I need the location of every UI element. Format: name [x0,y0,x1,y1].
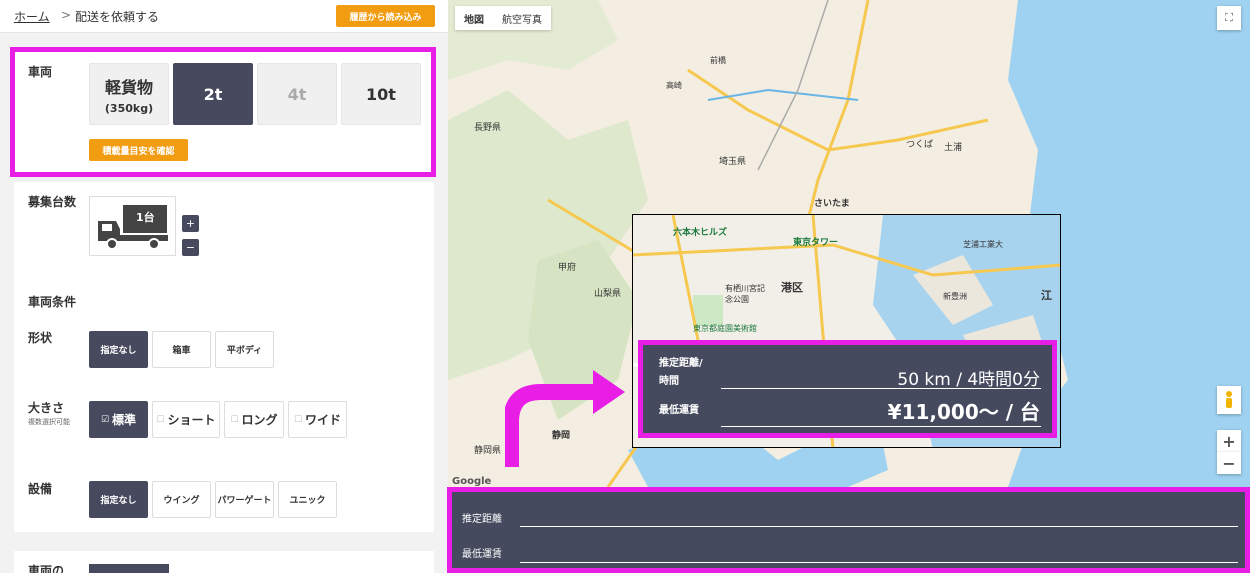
top-bar: ホーム > 配送を依頼する 履歴から読み込み [0,0,448,33]
inset-map-label: 新豊洲 [943,292,967,301]
shape-option-flatbed[interactable]: 平ボディ [215,331,274,368]
inset-map-label: 港区 [781,281,803,294]
estimate-panel: 推定距離 最低運賃 [447,487,1250,573]
google-logo: Google [452,476,492,487]
inset-estimate-panel: 推定距離/ 時間 50 km / 4時間0分 最低運賃 ¥11,000〜 / 台 [638,340,1057,438]
checkbox-icon: ☑ [100,414,110,425]
zoom-out-button[interactable]: − [1217,452,1241,474]
distance-value-line [520,526,1238,527]
increment-button[interactable]: + [182,215,199,232]
breadcrumb-home-link[interactable]: ホーム [14,8,50,25]
size-option-wide[interactable]: ☐ ワイド [288,401,347,438]
next-card [14,551,434,573]
vehicle-option-kei[interactable]: 軽貨物 (350kg) [89,63,169,125]
breadcrumb-separator: > [61,8,72,22]
truck-count: 1台 [136,211,155,224]
pegman-icon[interactable] [1217,386,1241,414]
map-label: 埼玉県 [719,157,747,167]
inset-fare-value: ¥11,000〜 / 台 [887,400,1040,424]
map-label: 前橋 [710,56,726,65]
size-sublabel: 複数選択可能 [28,418,70,426]
next-section-label: 車両の [28,564,65,573]
inset-distance-value: 50 km / 4時間0分 [897,370,1040,390]
truck-icon [98,205,168,250]
size-option-label: ショート [167,413,216,427]
equipment-option-none[interactable]: 指定なし [89,481,148,518]
vehicle-option-sub: (350kg) [104,101,154,115]
pegman-icon-graphic [1226,391,1232,408]
truck-count-display: 1台 [89,196,176,256]
zoom-in-button[interactable]: + [1217,430,1241,452]
map-label: 静岡県 [474,446,502,456]
conditions-heading: 車両条件 [28,295,77,309]
recruit-label: 募集台数 [28,195,77,209]
inset-distance-label-line1: 推定距離/ [659,358,703,369]
vehicle-option-label: 軽貨物 [104,77,153,97]
size-option-label: 標準 [112,413,137,427]
map-label: 土浦 [944,143,963,153]
shape-label: 形状 [28,331,53,345]
map-label: さいたま [814,199,850,209]
decrement-button[interactable]: − [182,239,199,256]
inset-divider [721,426,1041,427]
left-panel: ホーム > 配送を依頼する 履歴から読み込み 車両 軽貨物 (350kg) 2t… [0,0,448,573]
fare-label: 最低運賃 [462,549,502,560]
size-label: 大きさ [28,401,65,415]
shape-option-box[interactable]: 箱車 [152,331,211,368]
vehicle-option-10t[interactable]: 10t [341,63,421,125]
vehicle-option-4t[interactable]: 4t [257,63,337,125]
size-option-standard[interactable]: ☑ 標準 [89,401,148,438]
size-option-short[interactable]: ☐ ショート [152,401,220,438]
breadcrumb-current: 配送を依頼する [75,10,160,24]
vehicle-option-label: 4t [287,84,307,104]
inset-map-label: 有栖川宮記念公園 [725,284,765,304]
inset-map-label: 芝浦工業大 [963,240,1003,249]
map-label: つくば [906,140,934,150]
map-label: 甲府 [558,263,577,273]
fullscreen-icon[interactable]: ⛶ [1217,6,1241,30]
checkbox-icon: ☐ [230,414,239,425]
equipment-option-wing[interactable]: ウイング [152,481,211,518]
checkbox-icon: ☐ [156,414,165,425]
inset-fare-label: 最低運賃 [659,405,699,416]
map-label: 高崎 [666,81,682,90]
shape-option-none[interactable]: 指定なし [89,331,148,368]
size-option-label: ワイド [305,413,342,427]
checkbox-icon: ☐ [293,414,303,425]
vehicle-option-label: 10t [366,84,396,104]
inset-map-label: 六本木ヒルズ [673,228,728,238]
load-history-button[interactable]: 履歴から読み込み [336,5,435,27]
tab-satellite[interactable]: 航空写真 [493,6,551,30]
tab-map[interactable]: 地図 [455,6,493,30]
load-estimate-button[interactable]: 積載量目安を確認 [89,139,188,161]
distance-label: 推定距離 [462,514,502,525]
equipment-option-unic[interactable]: ユニック [278,481,337,518]
inset-map-label: 東京都庭園美術館 [693,324,757,333]
fare-value-line [520,562,1238,563]
equipment-label: 設備 [28,482,53,496]
inset-map-label: 江 [1041,289,1052,302]
map-type-tabs: 地図 航空写真 [455,6,551,30]
vehicle-option-label: 2t [203,84,223,104]
map-label: 長野県 [474,123,502,133]
inset-map-label: 東京タワー [793,238,839,248]
vehicle-option-2t[interactable]: 2t [173,63,253,125]
vehicle-label: 車両 [28,65,53,79]
arrow-icon [505,370,625,467]
size-option-label: ロング [241,413,278,427]
map-label: 山梨県 [594,289,622,299]
next-section-button[interactable] [89,564,169,573]
inset-distance-label-line2: 時間 [659,376,679,387]
inset-divider [721,388,1041,389]
size-option-long[interactable]: ☐ ロング [224,401,284,438]
equipment-option-powergate[interactable]: パワーゲート [215,481,274,518]
